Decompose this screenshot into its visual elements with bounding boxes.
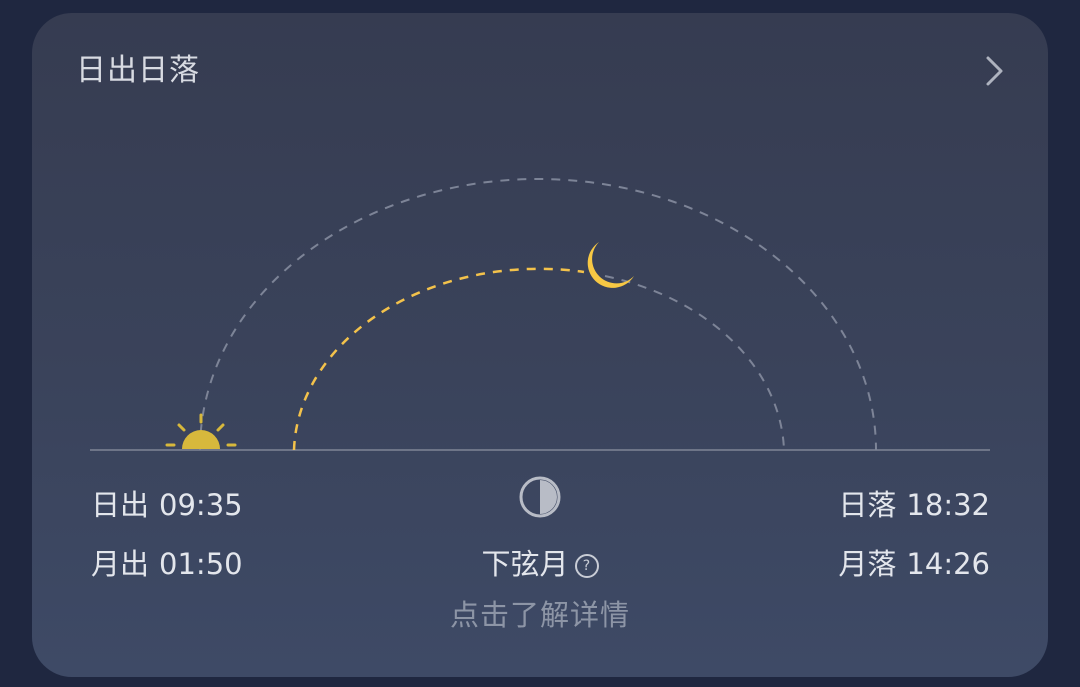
sun-icon [165, 413, 237, 449]
sunrise-sunset-card[interactable]: 日出日落 日出 09:35 月出 01:50 日落 18:32 月落 14:26… [32, 13, 1048, 677]
moon-phase[interactable]: 下弦月? [32, 545, 1048, 583]
moon-path-traveled [292, 267, 585, 451]
sunrise-label: 日出 [91, 488, 150, 522]
moon-path-remaining [604, 275, 785, 451]
question-circle-icon[interactable]: ? [574, 554, 599, 578]
moon-phase-label: 下弦月 [481, 547, 569, 581]
sunset-label: 日落 [838, 488, 897, 522]
sunset-time: 18:32 [906, 488, 990, 522]
sunrise-time: 09:35 [159, 488, 243, 522]
view-details-link[interactable]: 点击了解详情 [32, 595, 1048, 635]
half-moon-phase-icon [519, 476, 561, 518]
sunrise-info: 日出 09:35 [91, 486, 243, 524]
sunset-info: 日落 18:32 [838, 486, 990, 524]
crescent-moon-icon [587, 242, 634, 288]
